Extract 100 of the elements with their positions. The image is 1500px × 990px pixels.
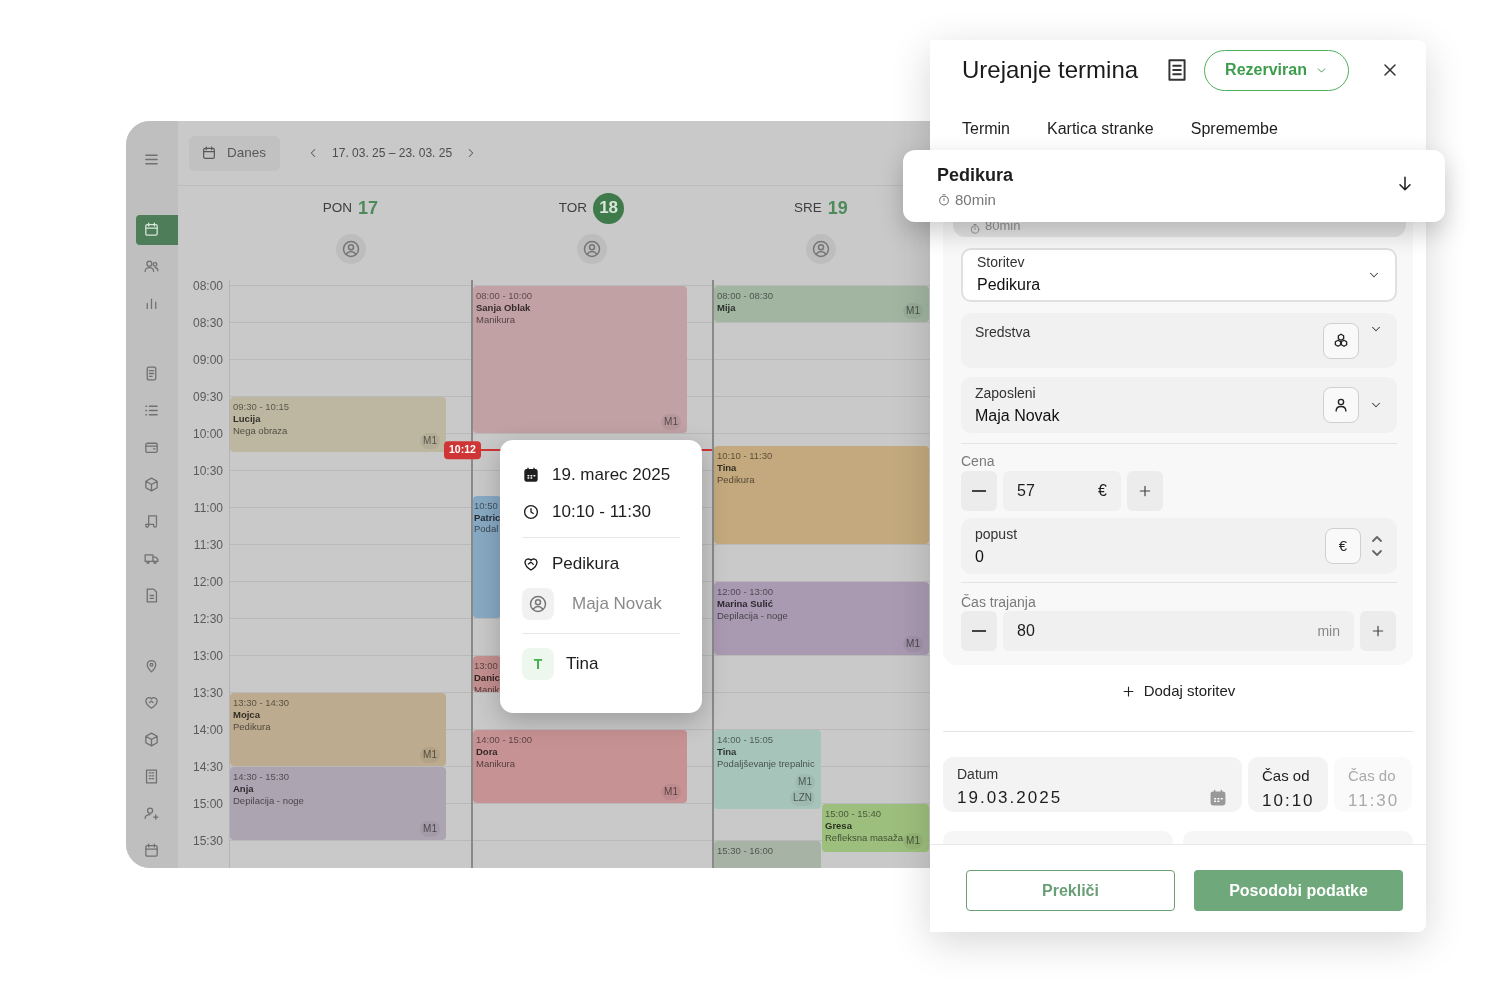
user-plus-icon [143, 805, 160, 822]
service-name: Pedikura [937, 164, 1015, 187]
staff-badge: M1 [903, 303, 923, 319]
time-field[interactable]: Čas od 10:10 [1248, 757, 1328, 812]
appointment-card[interactable]: 08:00 - 10:00 Sanja Oblak Manikura M1 [473, 286, 687, 433]
appointment-time: 10:10 - 11:30 [717, 450, 773, 463]
client-name: Mojca [233, 708, 260, 721]
service-name: Nega obraza [233, 424, 288, 437]
add-service-button[interactable]: Dodaj storitev [1114, 681, 1242, 701]
client-name: Mija [717, 301, 736, 314]
tab[interactable]: Kartica stranke [1047, 117, 1154, 141]
appointment-card[interactable]: 13:00 Danic Manik [473, 656, 501, 692]
employee-button[interactable] [1323, 387, 1359, 423]
field-label: Čas od [1262, 766, 1311, 786]
appointment-card[interactable]: 14:00 - 15:05 Tina Podaljševanje trepalnic M1 LZN [714, 730, 821, 810]
plus-icon [1370, 623, 1386, 639]
time-label: 08:30 [192, 315, 223, 332]
client-initial: T [522, 648, 554, 680]
appointment-card[interactable]: 15:30 - 16:00 [714, 841, 821, 868]
appointment-card[interactable]: 09:30 - 10:15 Lucija Nega obraza M1 [230, 397, 446, 452]
stepper-arrows[interactable] [1371, 534, 1383, 558]
field-value: 0 [975, 546, 985, 567]
plus-button[interactable] [1127, 471, 1163, 511]
staff-badge: M1 [420, 821, 440, 837]
time-label: 12:00 [192, 574, 223, 591]
time-label: 14:00 [192, 722, 223, 739]
service-name: Manik [474, 683, 500, 692]
staff-badge: M1 [420, 747, 440, 763]
duration-label: 80min [955, 190, 996, 210]
appointment-card[interactable]: 15:00 - 15:40 Gresa Refleksna masaža M1 [822, 804, 929, 853]
field-label: Sredstva [975, 323, 1032, 342]
sidebar-item[interactable] [136, 214, 178, 245]
appointment-card[interactable]: 14:30 - 15:30 Anja Depilacija - noge M1 [230, 767, 446, 840]
panel-title: Urejanje termina [962, 55, 1139, 85]
client-name: Sanja Oblak [476, 301, 531, 314]
tab[interactable]: Spremembe [1190, 117, 1278, 141]
currency-button[interactable]: € [1325, 528, 1361, 564]
appointment-card[interactable]: 14:00 - 15:00 Dora Manikura M1 [473, 730, 687, 803]
field-value: 10:10 [1262, 789, 1314, 812]
staff-badge: M1 [903, 833, 923, 850]
service-name: Podaljševanje trepalnic [717, 757, 815, 770]
service-name: Pedikura [717, 474, 755, 486]
client-name: Marina Sulić [717, 597, 773, 610]
field-label: Zaposleni [975, 383, 1037, 403]
number-field[interactable]: 80 min [1003, 611, 1354, 651]
current-time-badge: 10:12 [444, 440, 481, 459]
date-range: 17. 03. 25 – 23. 03. 25 [332, 145, 453, 162]
resources-select[interactable]: Sredstva [961, 313, 1397, 368]
cubes-icon [1332, 332, 1350, 350]
tab[interactable]: Termin [962, 117, 1010, 141]
plus-button[interactable] [1360, 611, 1396, 651]
client-name: Lucija [233, 412, 261, 425]
appointment-time: 09:30 - 10:15 [233, 401, 289, 413]
staff-avatar[interactable] [806, 234, 836, 264]
number-field[interactable]: 57 € [1003, 471, 1121, 511]
time-label: 09:30 [192, 389, 223, 406]
unit-label: min [1317, 621, 1340, 641]
field-label: Čas trajanja [961, 594, 1037, 610]
appointment-card[interactable]: 13:30 - 14:30 Mojca Pedikura M1 [230, 693, 446, 766]
avatar-icon [522, 588, 554, 620]
service-select[interactable]: Storitev Pedikura [961, 248, 1397, 302]
minus-icon [972, 490, 986, 492]
service-name: Pedikura [233, 720, 271, 733]
appointment-time: 12:00 - 13:00 [717, 586, 773, 598]
service-name: Refleksna masaža [825, 831, 904, 844]
staff-badge: M1 [661, 784, 681, 800]
service-name: Manikura [476, 313, 516, 326]
appointment-time: 15:30 - 16:00 [717, 845, 773, 857]
client-name: Danic [474, 671, 500, 684]
service-name: Depilacija - noge [233, 794, 304, 807]
employee-select[interactable]: Zaposleni Maja Novak [961, 377, 1397, 433]
field-label: Cena [961, 453, 996, 469]
service-name: Podal [474, 523, 499, 536]
calendar-icon [1208, 787, 1228, 808]
avatar-icon [340, 239, 361, 259]
time-label: 10:00 [192, 426, 223, 443]
time-label: 14:30 [192, 759, 223, 776]
time-label: 13:00 [192, 648, 223, 665]
client-name: Anja [233, 782, 254, 795]
staff-avatar[interactable] [576, 234, 607, 264]
appointment-card[interactable]: 10:50 Patric Podal [473, 495, 501, 618]
users-icon [143, 258, 160, 275]
service-card[interactable]: Pedikura 80min [903, 150, 1445, 222]
discount-field[interactable]: popust 0 € [961, 518, 1397, 574]
field-value: 11:30 [1348, 789, 1398, 812]
staff-badge: M1 [661, 414, 681, 430]
field-value: Pedikura [977, 274, 1042, 295]
appointment-card[interactable]: 10:10 - 11:30 Tina Pedikura [714, 446, 929, 544]
field-label: Storitev [977, 252, 1026, 272]
calendar-icon [201, 145, 217, 161]
appointment-card[interactable]: 12:00 - 13:00 Marina Sulić Depilacija - noge M1 [714, 582, 929, 655]
appointment-card[interactable]: 08:00 - 08:30 Mija M1 [714, 286, 929, 322]
appointment-time: 13:30 - 14:30 [233, 697, 289, 709]
date-field[interactable]: Datum 19.03.2025 [943, 757, 1242, 812]
day-number: 17 [358, 196, 379, 220]
time-label: 08:00 [192, 280, 223, 295]
status-dropdown[interactable]: Rezerviran [1204, 49, 1349, 91]
today-button[interactable]: Danes [189, 135, 281, 171]
resources-button[interactable] [1323, 323, 1359, 359]
staff-avatar[interactable] [335, 234, 366, 264]
